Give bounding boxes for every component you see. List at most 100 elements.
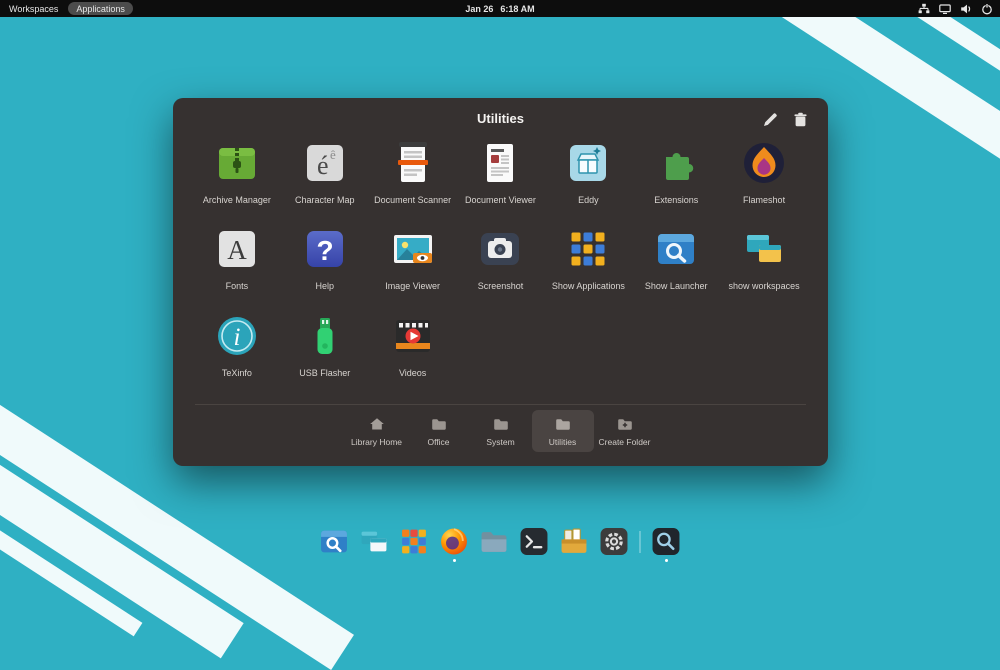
app-texinfo[interactable]: i TeXinfo [193, 313, 280, 378]
display-icon[interactable] [939, 3, 951, 15]
dock-show-workspaces[interactable] [360, 527, 389, 556]
flameshot-icon [741, 140, 787, 186]
app-label: Document Viewer [465, 195, 536, 205]
videos-icon [390, 313, 436, 359]
app-label: Screenshot [477, 281, 524, 292]
app-screenshot[interactable]: Screenshot [457, 226, 544, 291]
applications-menu[interactable]: Applications [68, 2, 133, 15]
running-indicator [452, 559, 456, 562]
app-show-applications[interactable]: Show Applications [545, 226, 632, 291]
power-icon[interactable] [981, 3, 993, 15]
app-show-launcher[interactable]: Show Launcher [633, 226, 720, 291]
top-panel: Workspaces Applications Jan 26 6:18 AM [0, 0, 1000, 17]
new-folder-icon [617, 419, 632, 430]
usb-flasher-icon [302, 313, 348, 359]
dock-files[interactable] [480, 527, 509, 556]
delete-folder-button[interactable] [793, 112, 808, 127]
svg-text:é: é [317, 151, 329, 180]
svg-text:i: i [233, 324, 240, 351]
trash-icon [794, 112, 807, 127]
document-scanner-icon [390, 140, 436, 186]
screenshot-icon [477, 226, 523, 272]
extensions-icon [653, 140, 699, 186]
app-label: TeXinfo [221, 367, 252, 378]
folder-icon [493, 419, 508, 430]
app-label: Document Scanner [374, 195, 452, 205]
clock-date: Jan 26 [465, 3, 494, 14]
help-icon: ? [302, 226, 348, 272]
show-workspaces-icon [361, 531, 387, 552]
running-indicator [664, 559, 668, 562]
app-help[interactable]: ? Help [281, 226, 368, 291]
app-label: Fonts [225, 281, 249, 292]
show-workspaces-icon [741, 226, 787, 272]
dock-firefox[interactable] [440, 527, 469, 562]
system-tray[interactable] [918, 0, 993, 17]
app-label: Show Launcher [644, 281, 708, 292]
dock-show-launcher[interactable] [320, 527, 349, 556]
app-label: Archive Manager [202, 195, 271, 205]
pencil-icon [764, 113, 777, 126]
app-document-viewer[interactable]: Document Viewer [457, 140, 544, 205]
edit-folder-button[interactable] [763, 112, 778, 127]
image-viewer-icon [390, 226, 436, 272]
volume-icon[interactable] [960, 3, 972, 15]
app-grid: Archive Manager éê Character Map Documen… [193, 140, 808, 378]
dialog-separator [195, 404, 806, 405]
app-eddy[interactable]: Eddy [545, 140, 632, 205]
dock-separator [639, 530, 641, 553]
app-label: Character Map [295, 195, 355, 205]
tab-system[interactable]: System [470, 410, 532, 452]
tab-utilities[interactable]: Utilities [531, 410, 594, 452]
app-archive-manager[interactable]: Archive Manager [193, 140, 280, 205]
app-label: Help [315, 281, 335, 292]
app-label: Image Viewer [385, 281, 441, 292]
app-usb-flasher[interactable]: USB Flasher [281, 313, 368, 378]
tab-library-home[interactable]: Library Home [346, 410, 408, 452]
app-folder-dialog: Utilities Archive Manager éê Character M… [173, 98, 828, 466]
terminal-icon [520, 528, 548, 555]
show-launcher-icon [653, 226, 699, 272]
dock-documents[interactable] [560, 527, 589, 556]
tab-office[interactable]: Office [408, 410, 470, 452]
dock-settings[interactable] [600, 527, 629, 556]
dock-terminal[interactable] [520, 527, 549, 556]
svg-text:?: ? [316, 235, 333, 266]
app-image-viewer[interactable]: Image Viewer [369, 226, 456, 291]
app-character-map[interactable]: éê Character Map [281, 140, 368, 205]
workspaces-menu[interactable]: Workspaces [9, 4, 58, 14]
eddy-icon [565, 140, 611, 186]
app-label: USB Flasher [299, 367, 351, 378]
dock-screenshot-tool[interactable] [652, 527, 681, 562]
app-fonts[interactable]: A Fonts [193, 226, 280, 291]
app-extensions[interactable]: Extensions [633, 140, 720, 205]
app-show-workspaces[interactable]: show workspaces [721, 226, 808, 291]
network-icon[interactable] [918, 3, 930, 15]
archive-manager-icon [214, 140, 260, 186]
tab-create-folder[interactable]: Create Folder [594, 410, 656, 452]
app-label: Show Applications [551, 281, 625, 292]
home-icon [369, 418, 384, 430]
dock-show-applications[interactable] [400, 527, 429, 556]
clock-time: 6:18 AM [500, 3, 535, 14]
screenshot-tool-icon [652, 528, 680, 555]
tab-label: Library Home [350, 437, 403, 447]
app-label: Extensions [654, 195, 699, 205]
character-map-icon: éê [302, 140, 348, 186]
dock [320, 527, 681, 562]
tab-label: System [486, 437, 515, 447]
app-label: show workspaces [728, 281, 800, 292]
app-label: Flameshot [743, 195, 786, 205]
app-flameshot[interactable]: Flameshot [721, 140, 808, 205]
tab-label: Utilities [548, 437, 577, 447]
svg-text:ê: ê [330, 147, 336, 162]
app-document-scanner[interactable]: Document Scanner [369, 140, 456, 205]
app-videos[interactable]: Videos [369, 313, 456, 378]
documents-icon [561, 528, 587, 553]
folder-title: Utilities [477, 111, 524, 126]
folder-tabs: Library Home Office System Utilities Cre… [173, 410, 828, 452]
clock[interactable]: Jan 26 6:18 AM [465, 4, 534, 14]
fonts-icon: A [214, 226, 260, 272]
app-label: Videos [398, 367, 427, 378]
texinfo-icon: i [214, 313, 260, 359]
